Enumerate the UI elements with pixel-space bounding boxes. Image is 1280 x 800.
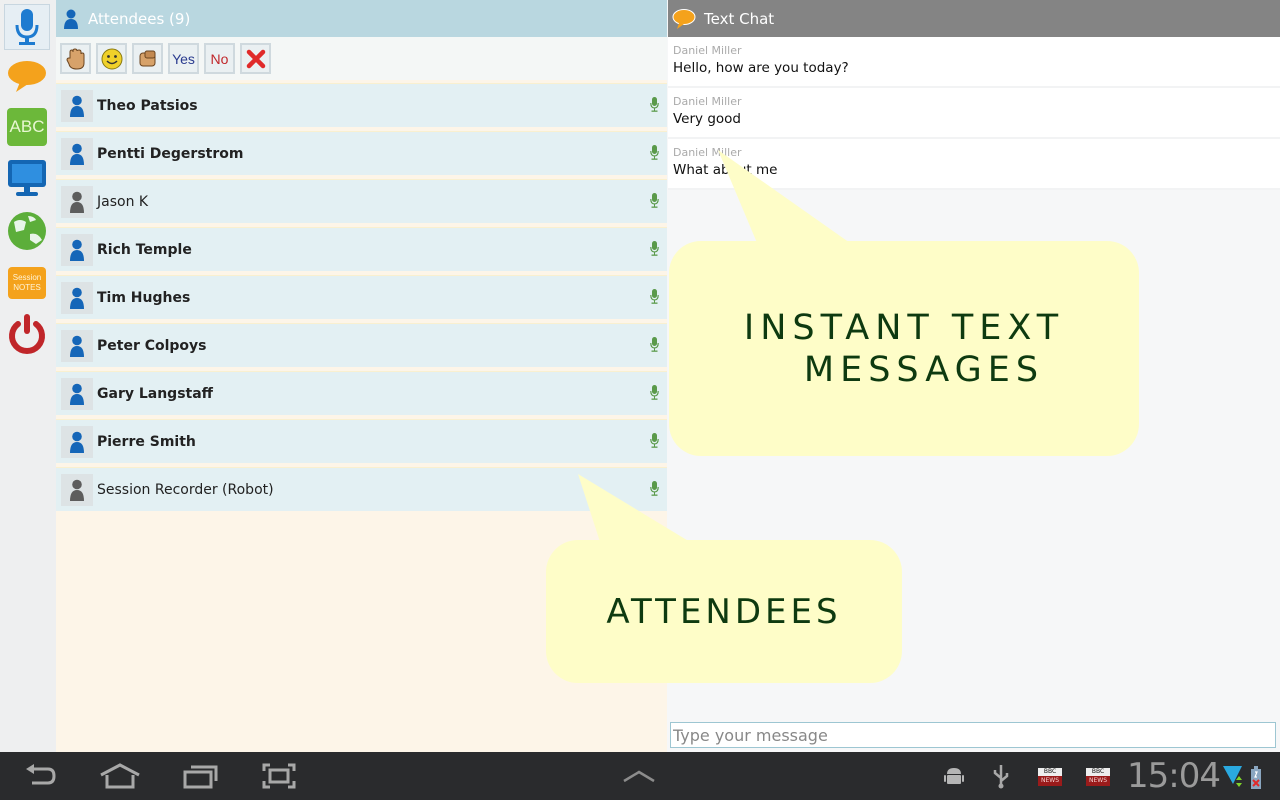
screenshot-button[interactable]	[254, 758, 304, 794]
bbc-news-notification-2[interactable]: BBC NEWS	[1086, 768, 1110, 788]
back-icon	[26, 764, 56, 785]
usb-notification[interactable]	[976, 758, 1026, 794]
messages-callout-pointer	[718, 150, 860, 250]
chevron-up-icon	[623, 770, 655, 783]
recent-apps-button[interactable]	[176, 758, 226, 794]
android-debug-notification[interactable]	[929, 758, 979, 794]
back-button[interactable]	[15, 758, 65, 794]
attendees-callout-label: ATTENDEES	[606, 591, 842, 632]
messages-callout-line1: INSTANT TEXT	[743, 307, 1065, 348]
bbc-logo-icon: BBC	[1086, 768, 1110, 776]
messages-callout: INSTANT TEXT MESSAGES	[669, 241, 1139, 456]
status-clock[interactable]: 15:04	[1127, 756, 1221, 796]
bbc-news-notification-1[interactable]: BBC NEWS	[1038, 768, 1062, 788]
usb-icon	[993, 765, 1009, 789]
wifi-signal-icon[interactable]	[1222, 764, 1244, 790]
home-icon	[100, 763, 140, 789]
bbc-logo-icon: BBC	[1038, 768, 1062, 776]
home-button[interactable]	[95, 758, 145, 794]
attendees-callout: ATTENDEES	[546, 540, 902, 683]
recent-apps-icon	[183, 765, 218, 789]
android-icon	[944, 768, 964, 784]
app-drawer-toggle[interactable]	[614, 758, 664, 794]
battery-icon[interactable]	[1250, 766, 1262, 790]
news-label: NEWS	[1086, 776, 1110, 786]
messages-callout-line2: MESSAGES	[803, 349, 1045, 390]
attendees-callout-pointer	[578, 474, 700, 548]
screenshot-icon	[262, 763, 296, 789]
news-label: NEWS	[1038, 776, 1062, 786]
